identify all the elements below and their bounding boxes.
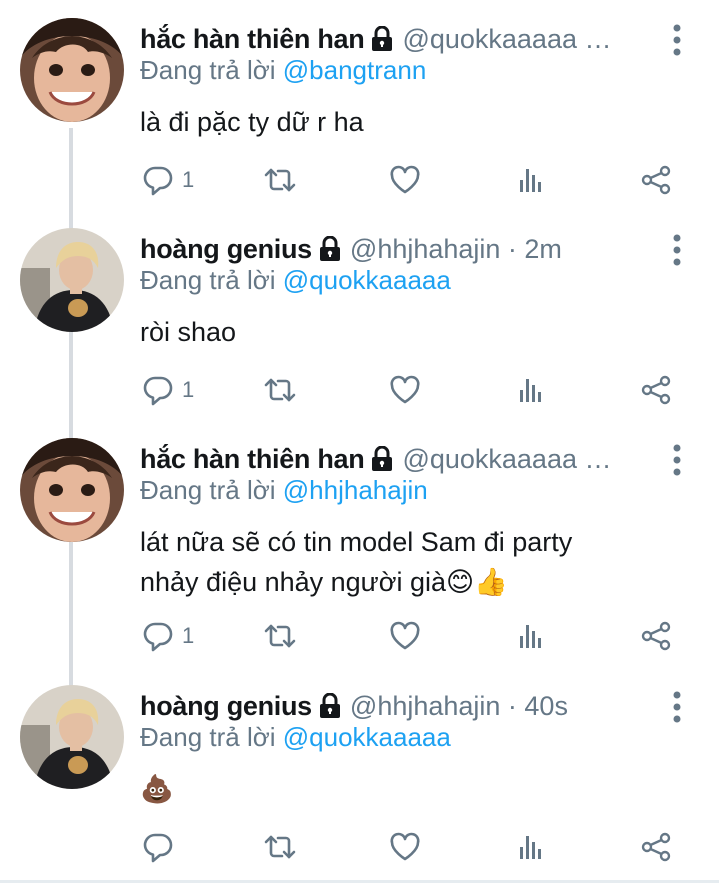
display-name[interactable]: hắc hàn thiên han (140, 24, 365, 55)
reply-button[interactable]: 1 (142, 160, 194, 200)
reply-icon (142, 831, 174, 863)
analytics-button[interactable] (515, 370, 547, 410)
replying-prefix: Đang trả lời (140, 55, 283, 85)
replying-prefix: Đang trả lời (140, 265, 283, 295)
share-icon (640, 164, 672, 196)
more-vertical-icon[interactable] (667, 440, 687, 480)
tweet-actions (0, 827, 719, 867)
share-button[interactable] (640, 616, 672, 656)
like-button[interactable] (389, 160, 421, 200)
user-handle: @quokkaaaaa … (402, 23, 612, 54)
replying-to: Đang trả lời @bangtrann (140, 55, 426, 86)
tweet-text: lát nữa sẽ có tin model Sam đi party nhả… (140, 522, 572, 602)
tweet-text-line: lát nữa sẽ có tin model Sam đi party (140, 527, 573, 557)
more-vertical-icon[interactable] (667, 687, 687, 727)
lock-icon (318, 236, 342, 262)
mention-link[interactable]: @quokkaaaaa (283, 722, 451, 752)
mention-link[interactable]: @quokkaaaaa (283, 265, 451, 295)
reply-icon (142, 374, 174, 406)
share-button[interactable] (640, 827, 672, 867)
avatar[interactable] (20, 438, 124, 542)
avatar[interactable] (20, 685, 124, 789)
like-button[interactable] (389, 370, 421, 410)
reply-button[interactable]: 1 (142, 616, 194, 656)
replying-to: Đang trả lời @quokkaaaaa (140, 722, 451, 753)
user-handle: @quokkaaaaa … (402, 443, 612, 474)
like-icon (389, 164, 421, 196)
tweet-actions: 1 (0, 616, 719, 656)
retweet-icon (264, 620, 296, 652)
tweet[interactable]: hoàng genius @hhjhahajin · 40s Đang trả … (0, 667, 719, 883)
replying-prefix: Đang trả lời (140, 475, 283, 505)
analytics-button[interactable] (515, 160, 547, 200)
tweet-header: hắc hàn thiên han @quokkaaaaa … (140, 440, 659, 478)
reply-count: 1 (182, 623, 195, 648)
tweet-header: hắc hàn thiên han @quokkaaaaa … (140, 20, 659, 58)
like-button[interactable] (389, 616, 421, 656)
reply-button[interactable] (142, 827, 182, 867)
share-icon (640, 620, 672, 652)
tweet-header: hoàng genius @hhjhahajin · 2m (140, 230, 659, 268)
reply-button[interactable]: 1 (142, 370, 194, 410)
tweet-text-line: nhảy điệu nhảy người già😊👍 (140, 567, 508, 597)
tweet[interactable]: hắc hàn thiên han @quokkaaaaa … Đang trả… (0, 420, 719, 666)
tweet-text: ròi shao (140, 317, 237, 347)
replying-to: Đang trả lời @quokkaaaaa (140, 265, 451, 296)
like-icon (389, 620, 421, 652)
tweet-actions: 1 (0, 370, 719, 410)
avatar[interactable] (20, 228, 124, 332)
retweet-button[interactable] (264, 827, 296, 867)
tweet[interactable]: hắc hàn thiên han @quokkaaaaa … Đang trả… (0, 0, 719, 210)
retweet-icon (264, 164, 296, 196)
mention-link[interactable]: @bangtrann (283, 55, 427, 85)
analytics-icon (515, 620, 547, 652)
lock-icon (370, 26, 394, 52)
retweet-button[interactable] (264, 616, 296, 656)
lock-icon (318, 693, 342, 719)
analytics-button[interactable] (515, 827, 547, 867)
share-button[interactable] (640, 370, 672, 410)
analytics-icon (515, 374, 547, 406)
reply-icon (142, 164, 174, 196)
tweet[interactable]: hoàng genius @hhjhahajin · 2m Đang trả l… (0, 210, 719, 418)
share-icon (640, 831, 672, 863)
user-handle: @hhjhahajin · 2m (349, 233, 562, 264)
tweet-header: hoàng genius @hhjhahajin · 40s (140, 687, 659, 725)
tweet-text: 💩 (140, 774, 174, 804)
retweet-button[interactable] (264, 160, 296, 200)
replying-to: Đang trả lời @hhjhahajin (140, 475, 428, 506)
lock-icon (370, 446, 394, 472)
like-icon (389, 374, 421, 406)
reply-count: 1 (182, 167, 195, 192)
analytics-icon (515, 164, 547, 196)
reply-icon (142, 620, 174, 652)
reply-count: 1 (182, 377, 195, 402)
analytics-icon (515, 831, 547, 863)
like-button[interactable] (389, 827, 421, 867)
retweet-button[interactable] (264, 370, 296, 410)
display-name[interactable]: hắc hàn thiên han (140, 444, 365, 475)
tweet-actions: 1 (0, 160, 719, 200)
avatar[interactable] (20, 18, 124, 122)
more-vertical-icon[interactable] (667, 230, 687, 270)
share-button[interactable] (640, 160, 672, 200)
retweet-icon (264, 831, 296, 863)
replying-prefix: Đang trả lời (140, 722, 283, 752)
analytics-button[interactable] (515, 616, 547, 656)
user-handle: @hhjhahajin · 40s (349, 690, 568, 721)
retweet-icon (264, 374, 296, 406)
mention-link[interactable]: @hhjhahajin (283, 475, 428, 505)
share-icon (640, 374, 672, 406)
more-vertical-icon[interactable] (667, 20, 687, 60)
like-icon (389, 831, 421, 863)
display-name[interactable]: hoàng genius (140, 691, 312, 722)
tweet-text: là đi pặc ty dữ r ha (140, 107, 364, 137)
display-name[interactable]: hoàng genius (140, 234, 312, 265)
